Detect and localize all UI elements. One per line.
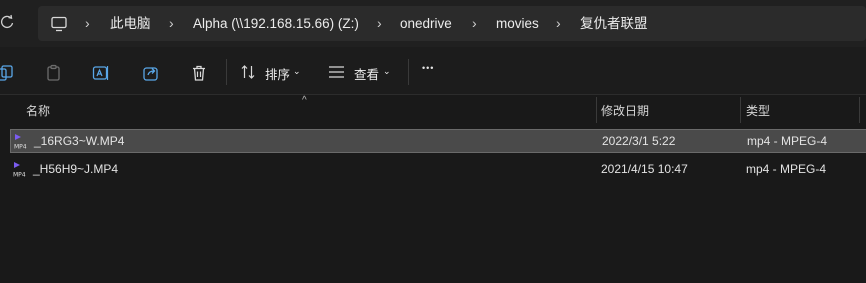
breadcrumb-current-folder[interactable]: 复仇者联盟: [580, 6, 648, 41]
delete-icon[interactable]: [190, 64, 208, 82]
chevron-right-icon[interactable]: ›: [377, 6, 382, 41]
view-label: 查看: [354, 68, 380, 82]
view-icon: [329, 66, 344, 78]
file-name: _H56H9~J.MP4: [33, 162, 119, 176]
chevron-down-icon: ⌄: [293, 66, 301, 76]
sort-icon: [241, 65, 255, 79]
column-name-header[interactable]: 名称: [26, 102, 50, 119]
file-type: mp4 - MPEG-4: [747, 134, 828, 148]
chevron-right-icon[interactable]: ›: [85, 6, 90, 41]
svg-text:MP4: MP4: [14, 144, 27, 151]
svg-text:MP4: MP4: [13, 172, 26, 179]
file-type: mp4 - MPEG-4: [746, 162, 827, 176]
copy-icon[interactable]: [0, 64, 18, 82]
paste-icon[interactable]: [45, 64, 63, 82]
title-bar: › 此电脑 › Alpha (\\192.168.15.66) (Z:) › o…: [0, 0, 866, 47]
more-button[interactable]: •••: [422, 60, 444, 84]
share-icon[interactable]: [142, 64, 160, 82]
chevron-right-icon[interactable]: ›: [472, 6, 477, 41]
address-bar[interactable]: › 此电脑 › Alpha (\\192.168.15.66) (Z:) › o…: [38, 6, 866, 41]
breadcrumb-drive[interactable]: Alpha (\\192.168.15.66) (Z:): [193, 6, 359, 41]
file-modified: 2022/3/1 5:22: [602, 134, 676, 148]
more-icon: •••: [422, 63, 435, 73]
sort-button[interactable]: 排序 ⌄: [240, 60, 306, 84]
column-resize-handle[interactable]: [596, 97, 597, 123]
column-resize-handle[interactable]: [859, 97, 860, 123]
command-bar: 排序 ⌄ 查看 ⌄ •••: [0, 47, 866, 95]
rename-icon[interactable]: [92, 64, 110, 82]
column-type-header[interactable]: 类型: [746, 102, 770, 119]
breadcrumb-onedrive[interactable]: onedrive: [400, 6, 452, 41]
breadcrumb-movies[interactable]: movies: [496, 6, 539, 41]
column-resize-handle[interactable]: [740, 97, 741, 123]
column-header: ^ 名称 修改日期 类型: [0, 95, 866, 123]
file-modified: 2021/4/15 10:47: [601, 162, 688, 176]
mp4-file-icon: MP4: [13, 161, 29, 179]
sort-caret-icon: ^: [302, 95, 307, 106]
refresh-icon[interactable]: [0, 14, 16, 32]
column-modified-header[interactable]: 修改日期: [601, 102, 649, 119]
chevron-right-icon[interactable]: ›: [169, 6, 174, 41]
chevron-down-icon: ⌄: [383, 66, 391, 76]
file-name: _16RG3~W.MP4: [34, 134, 125, 148]
toolbar-divider: [408, 59, 409, 85]
view-button[interactable]: 查看 ⌄: [328, 60, 394, 84]
file-row[interactable]: MP4 _16RG3~W.MP4 2022/3/1 5:22 mp4 - MPE…: [10, 129, 866, 153]
sort-label: 排序: [265, 68, 291, 82]
mp4-file-icon: MP4: [14, 133, 30, 151]
file-row[interactable]: MP4 _H56H9~J.MP4 2021/4/15 10:47 mp4 - M…: [10, 158, 866, 182]
chevron-right-icon[interactable]: ›: [556, 6, 561, 41]
toolbar-divider: [226, 59, 227, 85]
computer-icon[interactable]: [50, 15, 68, 33]
breadcrumb-this-pc[interactable]: 此电脑: [110, 6, 151, 41]
